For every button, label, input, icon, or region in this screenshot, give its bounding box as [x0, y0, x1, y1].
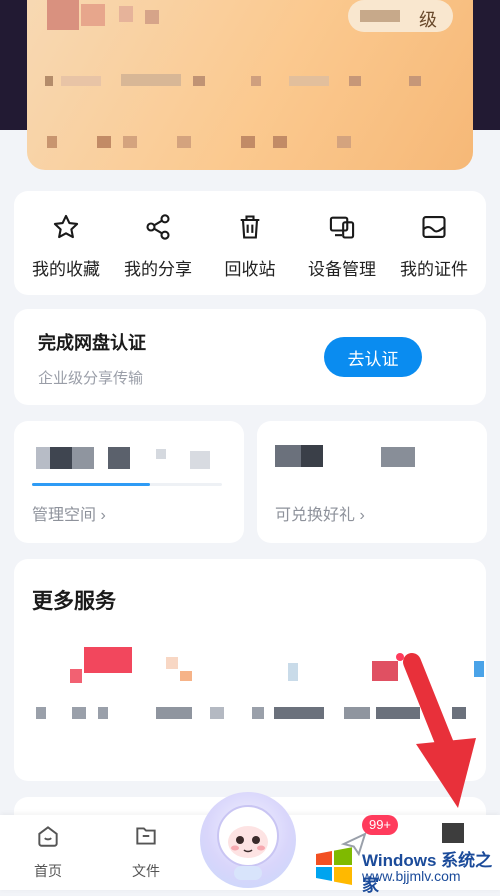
pixelated-points-value: [275, 445, 301, 467]
service-item[interactable]: [444, 639, 486, 759]
quick-shares-label: 我的分享: [124, 260, 192, 279]
verification-subtitle: 企业级分享传输: [38, 370, 144, 387]
pixelated-avatar: [442, 823, 464, 843]
storage-card[interactable]: 管理空间 ›: [14, 421, 244, 543]
mascot-icon: [217, 805, 279, 880]
devices-icon: [329, 216, 355, 239]
quick-actions-card: 我的收藏 我的分享 回收站 设备管理 我的证件: [14, 191, 486, 295]
id-card-icon: [422, 216, 446, 238]
tab-files[interactable]: 文件: [106, 815, 186, 890]
service-item[interactable]: [32, 639, 132, 759]
pixelated-storage-value: [36, 447, 50, 469]
windows-logo-icon: [316, 847, 352, 885]
verification-card: 完成网盘认证 企业级分享传输 去认证: [14, 309, 486, 405]
quick-devices-label: 设备管理: [308, 260, 376, 279]
level-text: 级: [419, 10, 437, 30]
quick-devices-button[interactable]: 设备管理: [295, 191, 389, 295]
tab-files-label: 文件: [132, 863, 160, 879]
member-card[interactable]: 级: [27, 0, 473, 170]
more-services-card: 更多服务: [14, 559, 486, 781]
home-face-icon: [38, 826, 58, 847]
star-icon: [53, 214, 79, 239]
service-item[interactable]: [134, 639, 228, 759]
level-badge: 级: [348, 0, 453, 32]
assistant-mascot-button[interactable]: [200, 792, 296, 888]
quick-id-cards-button[interactable]: 我的证件: [387, 191, 481, 295]
quick-shares-button[interactable]: 我的分享: [111, 191, 205, 295]
more-services-title: 更多服务: [32, 590, 116, 613]
tab-home[interactable]: 首页: [8, 815, 88, 890]
verify-button[interactable]: 去认证: [324, 337, 422, 377]
manage-space-link[interactable]: 管理空间 ›: [32, 501, 106, 525]
trash-icon: [240, 215, 260, 239]
watermark-url: www.bjjmlv.com: [362, 868, 461, 884]
notification-badge: 99+: [362, 815, 398, 835]
tab-home-label: 首页: [34, 863, 62, 879]
quick-recycle-bin-label: 回收站: [224, 260, 276, 279]
folder-icon: [136, 827, 156, 845]
share-icon: [146, 214, 170, 240]
service-item[interactable]: [236, 639, 330, 759]
pixelated-username: [47, 0, 79, 30]
service-item[interactable]: [340, 639, 434, 759]
pixelated-expire-line: [47, 136, 57, 148]
storage-progress-fill: [32, 483, 150, 486]
quick-id-cards-label: 我的证件: [400, 260, 468, 279]
redeem-gifts-link[interactable]: 可兑换好礼 ›: [275, 501, 365, 525]
points-card[interactable]: 可兑换好礼 ›: [257, 421, 487, 543]
quick-recycle-bin-button[interactable]: 回收站: [203, 191, 297, 295]
pixelated-info-line: [45, 76, 53, 86]
verification-title: 完成网盘认证: [38, 333, 146, 353]
quick-favorites-label: 我的收藏: [32, 260, 100, 279]
storage-progress-bar: [32, 483, 222, 486]
quick-favorites-button[interactable]: 我的收藏: [19, 191, 113, 295]
site-watermark: Windows 系统之家 www.bjjmlv.com: [310, 842, 500, 895]
